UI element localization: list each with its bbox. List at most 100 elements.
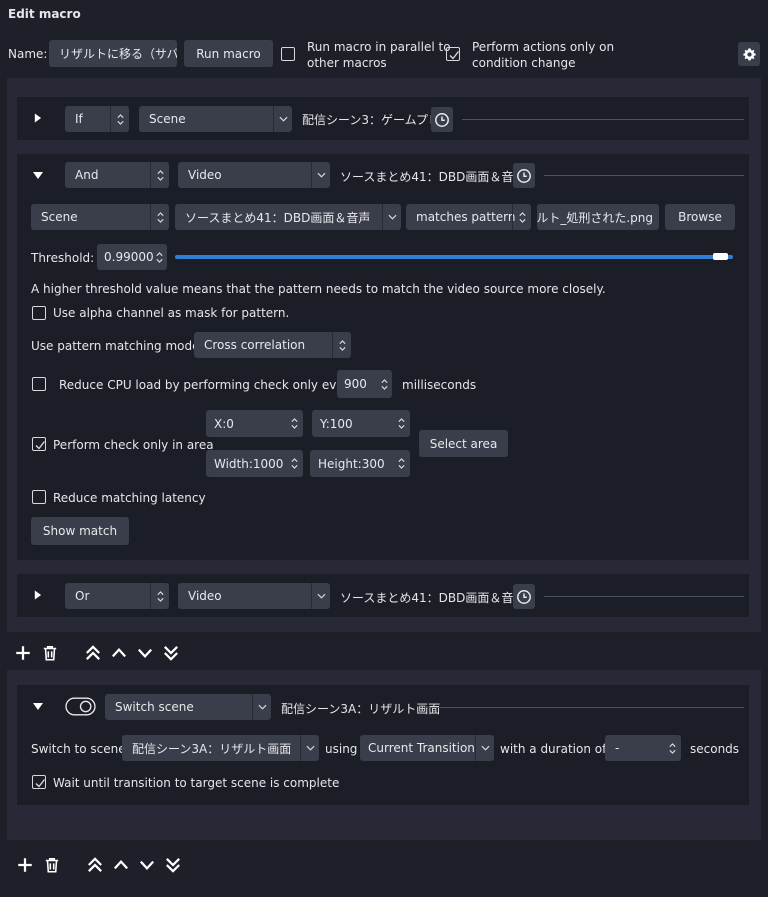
- threshold-help-text: A higher threshold value means that the …: [31, 282, 606, 296]
- if-type-value: Scene: [149, 112, 186, 126]
- spin-arrows-icon: [151, 244, 167, 270]
- condition-value: matches pattern: [416, 210, 516, 224]
- and-logic-select[interactable]: And: [65, 162, 169, 188]
- area-x-value: X:0: [214, 416, 234, 431]
- chevron-up-icon[interactable]: [110, 644, 128, 662]
- spin-arrows-icon: [663, 735, 681, 761]
- divider: [462, 119, 744, 120]
- double-chevron-down-icon[interactable]: [164, 856, 182, 874]
- macro-name-input[interactable]: リザルトに移る（サバ）: [49, 40, 177, 67]
- and-summary: ソースまとめ41：DBD画面＆音声: [340, 170, 526, 184]
- double-chevron-up-icon[interactable]: [86, 856, 104, 874]
- or-duration-button[interactable]: [513, 584, 535, 609]
- target-scene-select[interactable]: 配信シーン3A：リザルト画面: [122, 735, 319, 761]
- chevron-down-icon[interactable]: [136, 644, 154, 662]
- area-width-spinbox[interactable]: Width:1000: [206, 450, 303, 477]
- transition-select[interactable]: Current Transition: [360, 735, 494, 761]
- run-parallel-checkbox[interactable]: [281, 47, 295, 61]
- divider: [544, 596, 744, 597]
- seconds-label: seconds: [690, 742, 740, 756]
- browse-button[interactable]: Browse: [665, 204, 735, 230]
- pattern-file-input[interactable]: ブルト_処刑された.png: [537, 204, 659, 230]
- plus-icon[interactable]: [14, 644, 32, 662]
- reduce-cpu-checkbox[interactable]: [32, 377, 46, 391]
- area-width-value: Width:1000: [214, 456, 284, 471]
- double-chevron-up-icon[interactable]: [84, 644, 102, 662]
- alpha-mask-label: Use alpha channel as mask for pattern.: [53, 306, 290, 320]
- collapsed-triangle-icon[interactable]: [33, 112, 42, 124]
- alpha-mask-checkbox[interactable]: [32, 306, 46, 320]
- spin-arrows-icon: [285, 450, 303, 477]
- double-chevron-down-icon[interactable]: [162, 644, 180, 662]
- window-title: Edit macro: [8, 7, 81, 21]
- check-in-area-checkbox[interactable]: [32, 437, 46, 451]
- or-summary: ソースまとめ41：DBD画面＆音声: [340, 591, 526, 605]
- reduce-latency-checkbox[interactable]: [32, 490, 46, 504]
- if-summary: 配信シーン3：ゲームプレイ: [302, 113, 452, 127]
- condition-select[interactable]: matches pattern: [406, 204, 531, 230]
- spin-arrows-icon: [332, 332, 351, 358]
- perform-on-change-checkbox[interactable]: [446, 47, 460, 61]
- spin-arrows-icon: [150, 162, 169, 188]
- if-duration-button[interactable]: [431, 107, 453, 132]
- trash-icon[interactable]: [43, 856, 61, 874]
- duration-spinbox[interactable]: -: [605, 735, 681, 761]
- source-type-select[interactable]: Scene: [31, 204, 169, 230]
- spin-arrows-icon: [150, 204, 169, 230]
- expanded-triangle-icon[interactable]: [32, 701, 44, 711]
- chevron-down-icon: [273, 106, 292, 132]
- chevron-down-icon: [382, 204, 401, 230]
- trash-icon[interactable]: [41, 644, 59, 662]
- switch-to-scene-label: Switch to scene: [31, 742, 126, 756]
- threshold-slider-handle[interactable]: [712, 253, 728, 260]
- and-logic-value: And: [75, 168, 99, 182]
- or-type-value: Video: [188, 589, 222, 603]
- divider: [424, 707, 744, 708]
- chevron-up-icon[interactable]: [112, 856, 130, 874]
- area-x-spinbox[interactable]: X:0: [206, 410, 303, 437]
- collapsed-triangle-icon[interactable]: [33, 589, 42, 601]
- if-type-select[interactable]: Scene: [139, 106, 292, 132]
- matching-mode-select[interactable]: Cross correlation: [194, 332, 351, 358]
- or-logic-select[interactable]: Or: [65, 583, 169, 609]
- macro-name-value: リザルトに移る（サバ）: [59, 47, 177, 61]
- action-type-select[interactable]: Switch scene: [105, 694, 271, 720]
- perform-on-change-line1: Perform actions only on: [472, 40, 615, 54]
- matching-mode-label: Use pattern matching mode: [31, 339, 200, 353]
- and-type-select[interactable]: Video: [178, 162, 330, 188]
- using-label: using: [325, 742, 358, 756]
- chevron-down-icon: [311, 583, 330, 609]
- spin-arrows-icon: [392, 410, 410, 437]
- if-logic-select[interactable]: If: [65, 106, 129, 132]
- area-y-spinbox[interactable]: Y:100: [312, 410, 410, 437]
- expanded-triangle-icon[interactable]: [32, 170, 44, 180]
- source-select[interactable]: ソースまとめ41：DBD画面＆音声: [175, 204, 401, 230]
- or-type-select[interactable]: Video: [178, 583, 330, 609]
- wait-transition-label: Wait until transition to target scene is…: [53, 776, 340, 790]
- pattern-file-value: ブルト_処刑された.png: [537, 210, 653, 225]
- wait-transition-checkbox[interactable]: [32, 775, 46, 789]
- area-height-spinbox[interactable]: Height:300: [310, 450, 410, 477]
- clock-icon: [434, 112, 450, 128]
- duration-value: -: [615, 741, 620, 755]
- settings-button[interactable]: [738, 42, 760, 66]
- target-scene-value: 配信シーン3A：リザルト画面: [132, 741, 292, 756]
- source-type-value: Scene: [41, 210, 78, 224]
- toggle-switch-icon[interactable]: [65, 697, 96, 716]
- perform-on-change-line2: condition change: [472, 56, 576, 70]
- reduce-cpu-value: 900: [344, 377, 367, 391]
- threshold-spinbox[interactable]: 0.99000: [97, 244, 167, 270]
- threshold-value: 0.99000: [104, 250, 154, 264]
- chevron-down-icon[interactable]: [138, 856, 156, 874]
- chevron-down-icon: [475, 735, 494, 761]
- checkmark-icon: [34, 439, 46, 451]
- reduce-cpu-spinbox[interactable]: 900: [337, 370, 392, 398]
- threshold-slider-track[interactable]: [175, 255, 733, 259]
- select-area-button[interactable]: Select area: [419, 430, 508, 457]
- run-macro-button[interactable]: Run macro: [184, 40, 273, 67]
- if-logic-value: If: [75, 112, 83, 126]
- and-duration-button[interactable]: [513, 163, 535, 188]
- plus-icon[interactable]: [16, 856, 34, 874]
- show-match-button[interactable]: Show match: [31, 517, 129, 545]
- checkmark-icon: [34, 777, 46, 789]
